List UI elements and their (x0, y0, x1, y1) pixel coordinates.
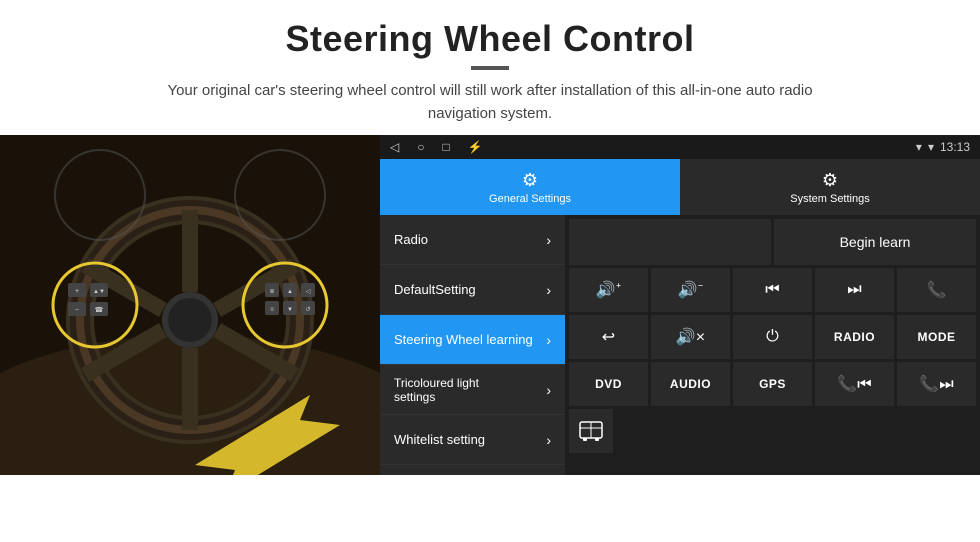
power-button[interactable]: ⏻ (733, 315, 812, 359)
menu-icon-button[interactable] (569, 409, 613, 453)
tab-general-settings[interactable]: ⚙ General Settings (380, 159, 680, 215)
menu-item-default-setting[interactable]: DefaultSetting › (380, 265, 565, 315)
page-header: Steering Wheel Control Your original car… (0, 0, 980, 135)
tab-system-label: System Settings (790, 193, 869, 205)
gps-button[interactable]: GPS (733, 362, 812, 406)
home-nav-icon[interactable]: ○ (417, 140, 424, 154)
mute-button[interactable]: 🔊× (651, 315, 730, 359)
dvd-label: DVD (595, 377, 622, 391)
svg-text:−: − (75, 307, 79, 314)
menu-item-tricoloured[interactable]: Tricoloured lightsettings › (380, 365, 565, 415)
mute-icon: 🔊× (676, 327, 705, 347)
radio-label: RADIO (834, 330, 875, 344)
svg-text:▲: ▲ (287, 289, 293, 295)
svg-text:▲▼: ▲▼ (93, 289, 105, 295)
mode-label: MODE (918, 330, 956, 344)
phone-button[interactable]: 📞 (897, 268, 976, 312)
phone-prev-button[interactable]: 📞⏮ (815, 362, 894, 406)
volume-down-icon: 🔊− (678, 280, 703, 300)
volume-up-icon: 🔊+ (596, 280, 621, 300)
menu-arrow-whitelist: › (546, 432, 551, 448)
prev-track-button[interactable]: ⏮ (733, 268, 812, 312)
begin-learn-button[interactable]: Begin learn (774, 219, 976, 265)
svg-text:+: + (75, 288, 79, 295)
last-row (569, 409, 976, 453)
control-row-2: ↩ 🔊× ⏻ RADIO MODE (569, 315, 976, 359)
audio-button[interactable]: AUDIO (651, 362, 730, 406)
back-nav-icon[interactable]: ◁ (390, 140, 399, 154)
left-menu: Radio › DefaultSetting › Steering Wheel … (380, 215, 565, 475)
svg-text:≡: ≡ (270, 307, 274, 313)
svg-text:↺: ↺ (305, 306, 310, 313)
svg-text:☎: ☎ (95, 306, 104, 314)
menu-item-radio-label: Radio (394, 232, 428, 247)
nav-icons: ◁ ○ □ ⚡ (390, 140, 483, 154)
bus-icon (579, 421, 603, 441)
system-settings-icon: ⚙ (822, 170, 838, 191)
svg-text:⊕: ⊕ (269, 289, 274, 295)
tab-general-label: General Settings (489, 193, 571, 205)
control-row-1: 🔊+ 🔊− ⏮ ⏭ 📞 (569, 268, 976, 312)
volume-up-button[interactable]: 🔊+ (569, 268, 648, 312)
control-row-3: DVD AUDIO GPS 📞⏮ 📞⏭ (569, 362, 976, 406)
menu-arrow-steering: › (546, 332, 551, 348)
android-panel: ◁ ○ □ ⚡ ▾ ▾ 13:13 ⚙ General Settings ⚙ S… (380, 135, 980, 475)
page-subtitle: Your original car's steering wheel contr… (140, 80, 840, 125)
back-icon: ↩ (602, 327, 615, 347)
phone-next-icon: 📞⏭ (919, 374, 953, 394)
svg-text:▼: ▼ (287, 307, 293, 313)
menu-item-steering-label: Steering Wheel learning (394, 332, 533, 347)
tab-system-settings[interactable]: ⚙ System Settings (680, 159, 980, 215)
status-time: 13:13 (940, 140, 970, 154)
phone-prev-icon: 📞⏮ (837, 374, 871, 394)
panel-content: Radio › DefaultSetting › Steering Wheel … (380, 215, 980, 475)
status-right: ▾ ▾ 13:13 (916, 140, 970, 154)
recent-nav-icon[interactable]: □ (442, 140, 449, 154)
menu-item-whitelist[interactable]: Whitelist setting › (380, 415, 565, 465)
menu-item-tricoloured-label: Tricoloured lightsettings (394, 376, 479, 404)
mode-button[interactable]: MODE (897, 315, 976, 359)
back-button[interactable]: ↩ (569, 315, 648, 359)
wifi-icon: ▾ (916, 140, 922, 154)
menu-item-whitelist-label: Whitelist setting (394, 432, 485, 447)
radio-button[interactable]: RADIO (815, 315, 894, 359)
begin-learn-row: Begin learn (569, 219, 976, 265)
signal-icon: ▾ (928, 140, 934, 154)
phone-icon: 📞 (927, 280, 947, 300)
menu-arrow-default: › (546, 282, 551, 298)
menu-item-radio[interactable]: Radio › (380, 215, 565, 265)
menu-item-default-label: DefaultSetting (394, 282, 476, 297)
phone-next-button[interactable]: 📞⏭ (897, 362, 976, 406)
begin-learn-empty (569, 219, 771, 265)
menu-arrow-tricoloured: › (546, 382, 551, 398)
prev-track-icon: ⏮ (765, 281, 779, 299)
power-icon: ⏻ (766, 328, 779, 346)
status-bar: ◁ ○ □ ⚡ ▾ ▾ 13:13 (380, 135, 980, 159)
right-controls: Begin learn 🔊+ 🔊− ⏮ ⏭ (565, 215, 980, 475)
dvd-button[interactable]: DVD (569, 362, 648, 406)
content-area: + ▲▼ − ☎ ⊕ ▲ ◁ ≡ ▼ ↺ (0, 135, 980, 475)
title-divider (471, 66, 509, 70)
media-nav-icon[interactable]: ⚡ (468, 140, 483, 154)
page-title: Steering Wheel Control (20, 18, 960, 60)
general-settings-icon: ⚙ (522, 170, 538, 191)
car-image: + ▲▼ − ☎ ⊕ ▲ ◁ ≡ ▼ ↺ (0, 135, 380, 475)
gps-label: GPS (759, 377, 786, 391)
audio-label: AUDIO (670, 377, 711, 391)
svg-text:◁: ◁ (306, 289, 311, 295)
volume-down-button[interactable]: 🔊− (651, 268, 730, 312)
menu-item-steering-wheel[interactable]: Steering Wheel learning › (380, 315, 565, 365)
next-track-button[interactable]: ⏭ (815, 268, 894, 312)
next-track-icon: ⏭ (847, 281, 861, 299)
tab-bar: ⚙ General Settings ⚙ System Settings (380, 159, 980, 215)
menu-arrow-radio: › (546, 232, 551, 248)
